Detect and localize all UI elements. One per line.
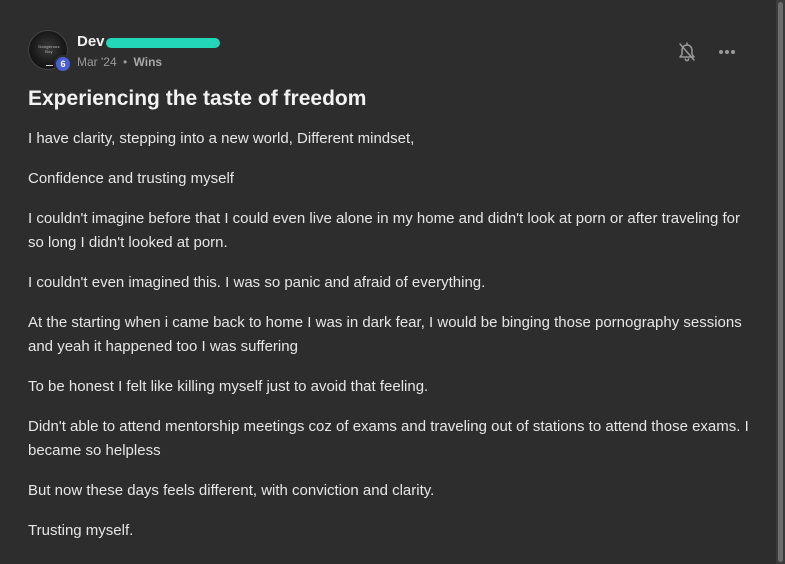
post-title: Experiencing the taste of freedom <box>28 87 367 110</box>
post-paragraph: But now these days feels different, with… <box>28 482 435 499</box>
avatar-mark <box>46 65 53 66</box>
author-name[interactable]: Dev <box>77 33 105 50</box>
scrollbar-thumb[interactable] <box>778 2 783 562</box>
scrollbar[interactable] <box>776 0 785 564</box>
post-paragraph: To be honest I felt like killing myself … <box>28 378 429 395</box>
redaction-mark <box>106 38 220 48</box>
post-paragraph: I couldn't even imagined this. I was so … <box>28 274 486 291</box>
post-paragraph: Confidence and trusting myself <box>28 170 234 187</box>
post-meta: Mar '24 • Wins <box>77 55 162 69</box>
more-horizontal-icon[interactable] <box>715 40 739 64</box>
post-category[interactable]: Wins <box>134 55 163 69</box>
meta-separator: • <box>122 55 128 69</box>
post-body: I have clarity, stepping into a new worl… <box>28 127 753 559</box>
post-paragraph: I have clarity, stepping into a new worl… <box>28 130 415 147</box>
bell-off-icon[interactable] <box>675 40 699 64</box>
post-page: Dangerous Boy 6 Dev Mar '24 • Wins Exper… <box>0 0 785 564</box>
post-paragraph: Didn't able to attend mentorship meeting… <box>28 418 749 459</box>
post-header: Dangerous Boy 6 Dev Mar '24 • Wins <box>28 30 748 73</box>
avatar-text: Dangerous Boy <box>38 44 60 54</box>
post-paragraph: I couldn't imagine before that I could e… <box>28 210 740 251</box>
post-date: Mar '24 <box>77 55 117 69</box>
level-badge: 6 <box>54 55 72 73</box>
post-paragraph: At the starting when i came back to home… <box>28 314 742 355</box>
post-paragraph: Trusting myself. <box>28 522 134 539</box>
